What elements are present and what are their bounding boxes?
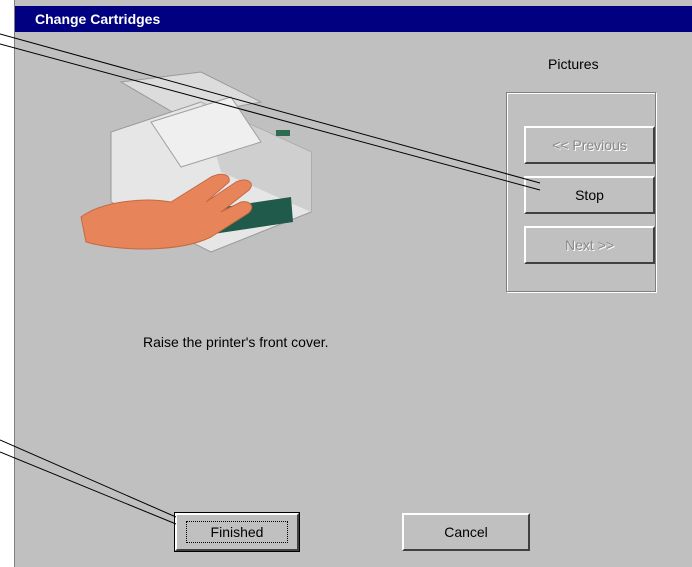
- callout-line-stop: [0, 33, 541, 184]
- callout-lines: [0, 33, 541, 525]
- callout-line-finished: [0, 451, 177, 525]
- callout-line-stop: [0, 43, 541, 191]
- callout-line-finished: [0, 439, 177, 518]
